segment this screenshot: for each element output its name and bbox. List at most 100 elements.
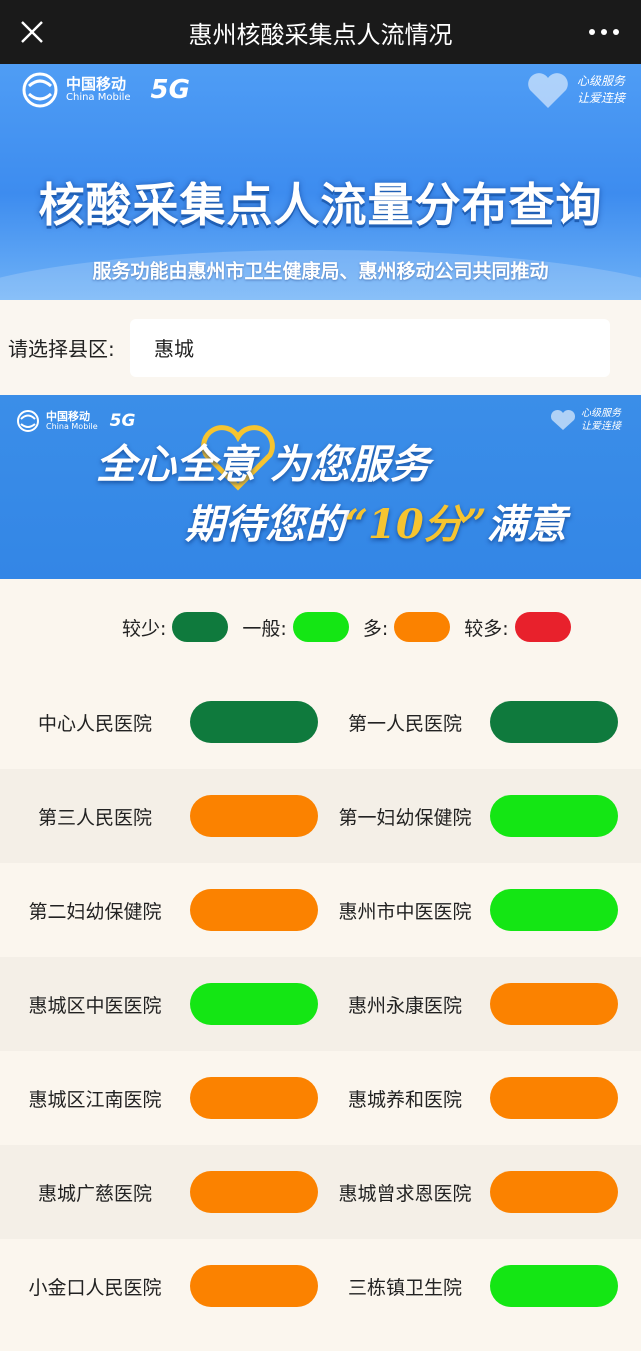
legend-swatch	[394, 612, 451, 642]
hospital-item: 中心人民医院	[0, 701, 320, 743]
hospital-row: 惠城区江南医院 惠城养和医院	[0, 1051, 641, 1145]
tag-line-1: 心级服务	[581, 408, 621, 419]
hospital-name: 惠州市中医医院	[338, 900, 472, 923]
china-mobile-icon	[22, 72, 58, 108]
crowd-status-indicator	[490, 983, 618, 1025]
tag-line-1: 心级服务	[576, 74, 625, 89]
slogan-part-a: 期待您的	[185, 501, 345, 548]
heart-service-tag: 心级服务 让爱连接	[525, 70, 625, 110]
hospital-name: 第一妇幼保健院	[338, 806, 472, 829]
heart-icon	[550, 409, 576, 430]
crowd-status-indicator	[190, 701, 318, 743]
hospital-row: 小金口人民医院 三栋镇卫生院	[0, 1239, 641, 1333]
hospital-row: 惠城广慈医院 惠城曾求恩医院	[0, 1145, 641, 1239]
crowd-status-indicator	[190, 1077, 318, 1119]
slogan-line-2: 期待您的“10分”满意	[185, 492, 567, 550]
crowd-status-indicator	[490, 795, 618, 837]
slogan-banner: 中国移动 China Mobile 5G 心级服务 让爱连接 全心全意 为您服务…	[0, 395, 641, 579]
page-subtitle: 服务功能由惠州市卫生健康局、惠州移动公司共同推动	[92, 260, 549, 283]
page-title: 核酸采集点人流量分布查询	[38, 178, 603, 232]
china-mobile-logo: 中国移动 China Mobile 5G	[22, 72, 190, 108]
more-dot-icon	[601, 29, 607, 35]
slogan-part-c: 满意	[486, 501, 567, 548]
legend-swatch	[172, 612, 229, 642]
brand-name-cn: 中国移动	[46, 409, 90, 423]
more-dot-icon	[613, 29, 619, 35]
slogan-line-1: 全心全意 为您服务	[96, 441, 430, 488]
crowd-status-indicator	[190, 1265, 318, 1307]
hospital-name: 惠城养和医院	[347, 1088, 462, 1111]
china-mobile-icon	[17, 410, 39, 432]
district-select[interactable]: 惠城	[130, 318, 610, 377]
legend-label: 较少:	[122, 617, 167, 640]
hospital-name: 惠城广慈医院	[37, 1182, 152, 1205]
crowd-status-indicator	[190, 795, 318, 837]
legend-swatch	[292, 612, 349, 642]
hospital-name: 惠城区江南医院	[28, 1088, 162, 1111]
crowd-status-indicator	[490, 1265, 618, 1307]
hospital-name: 第一人民医院	[347, 712, 462, 735]
5g-badge: 5G	[109, 411, 136, 431]
china-mobile-logo-small: 中国移动 China Mobile 5G	[16, 409, 135, 433]
heart-icon	[528, 73, 568, 108]
hospital-item: 惠城广慈医院	[0, 1171, 320, 1213]
tag-line-2: 让爱连接	[576, 91, 625, 105]
district-label: 请选择县区:	[8, 337, 115, 361]
hospital-name: 惠城区中医医院	[28, 994, 162, 1017]
crowd-status-indicator	[490, 889, 618, 931]
hospital-item: 惠城区中医医院	[0, 983, 320, 1025]
brand-name-cn: 中国移动	[66, 74, 127, 93]
brand-name-en: China Mobile	[66, 91, 131, 103]
hospital-name: 小金口人民医院	[28, 1276, 162, 1299]
crowd-legend: 较少: 一般: 多: 较多:	[0, 579, 641, 675]
crowd-status-indicator	[190, 889, 318, 931]
hospital-item: 惠城养和医院	[320, 1077, 640, 1119]
hospital-row: 惠城区中医医院 惠州永康医院	[0, 957, 641, 1051]
hospital-row: 第二妇幼保健院 惠州市中医医院	[0, 863, 641, 957]
hospital-name: 中心人民医院	[37, 712, 152, 735]
legend-item-normal: 一般:	[242, 612, 349, 642]
tag-line-2: 让爱连接	[581, 421, 621, 432]
legend-label: 较多:	[464, 617, 509, 640]
hospital-grid: 中心人民医院 第一人民医院 第三人民医院 第一妇幼保健院 第二妇幼保健院 惠州市中医医院惠…	[0, 675, 641, 1333]
crowd-status-indicator	[190, 983, 318, 1025]
5g-badge: 5G	[150, 75, 190, 105]
hospital-item: 惠州市中医医院	[320, 889, 640, 931]
hospital-item: 惠城曾求恩医院	[320, 1171, 640, 1213]
crowd-status-indicator	[490, 1077, 618, 1119]
top-bar: 惠州核酸采集点人流情况	[0, 0, 641, 64]
window-title: 惠州核酸采集点人流情况	[188, 20, 453, 49]
legend-item-very-busy: 较多:	[464, 612, 571, 642]
heart-service-tag: 心级服务 让爱连接	[549, 407, 621, 433]
hospital-item: 第三人民医院	[0, 795, 320, 837]
close-button[interactable]	[0, 0, 64, 64]
crowd-status-indicator	[190, 1171, 318, 1213]
close-icon	[21, 21, 43, 43]
district-selector: 请选择县区: 惠城	[0, 300, 641, 395]
hospital-item: 三栋镇卫生院	[320, 1265, 640, 1307]
hospital-item: 惠城区江南医院	[0, 1077, 320, 1119]
more-dot-icon	[589, 29, 595, 35]
slogan-score: “10分”	[345, 501, 487, 548]
hospital-item: 第一妇幼保健院	[320, 795, 640, 837]
brand-name-en: China Mobile	[46, 422, 98, 432]
legend-item-low: 较少:	[122, 612, 229, 642]
hospital-name: 惠城曾求恩医院	[338, 1182, 472, 1205]
hospital-name: 第三人民医院	[37, 806, 152, 829]
legend-label: 一般:	[242, 617, 287, 640]
hero-banner: 中国移动 China Mobile 5G 心级服务 让爱连接 核酸采集点人流量分…	[0, 64, 641, 300]
crowd-status-indicator	[490, 1171, 618, 1213]
legend-swatch	[514, 612, 571, 642]
hospital-item: 第二妇幼保健院	[0, 889, 320, 931]
hospital-name: 第二妇幼保健院	[28, 900, 162, 923]
hospital-name: 惠州永康医院	[347, 994, 462, 1017]
crowd-status-indicator	[490, 701, 618, 743]
hospital-row: 中心人民医院 第一人民医院	[0, 675, 641, 769]
hospital-item: 小金口人民医院	[0, 1265, 320, 1307]
hospital-row: 第三人民医院 第一妇幼保健院	[0, 769, 641, 863]
hospital-name: 三栋镇卫生院	[347, 1276, 462, 1299]
more-options-button[interactable]	[577, 0, 631, 64]
legend-label: 多:	[362, 617, 389, 640]
hospital-item: 第一人民医院	[320, 701, 640, 743]
legend-item-busy: 多:	[362, 612, 451, 642]
